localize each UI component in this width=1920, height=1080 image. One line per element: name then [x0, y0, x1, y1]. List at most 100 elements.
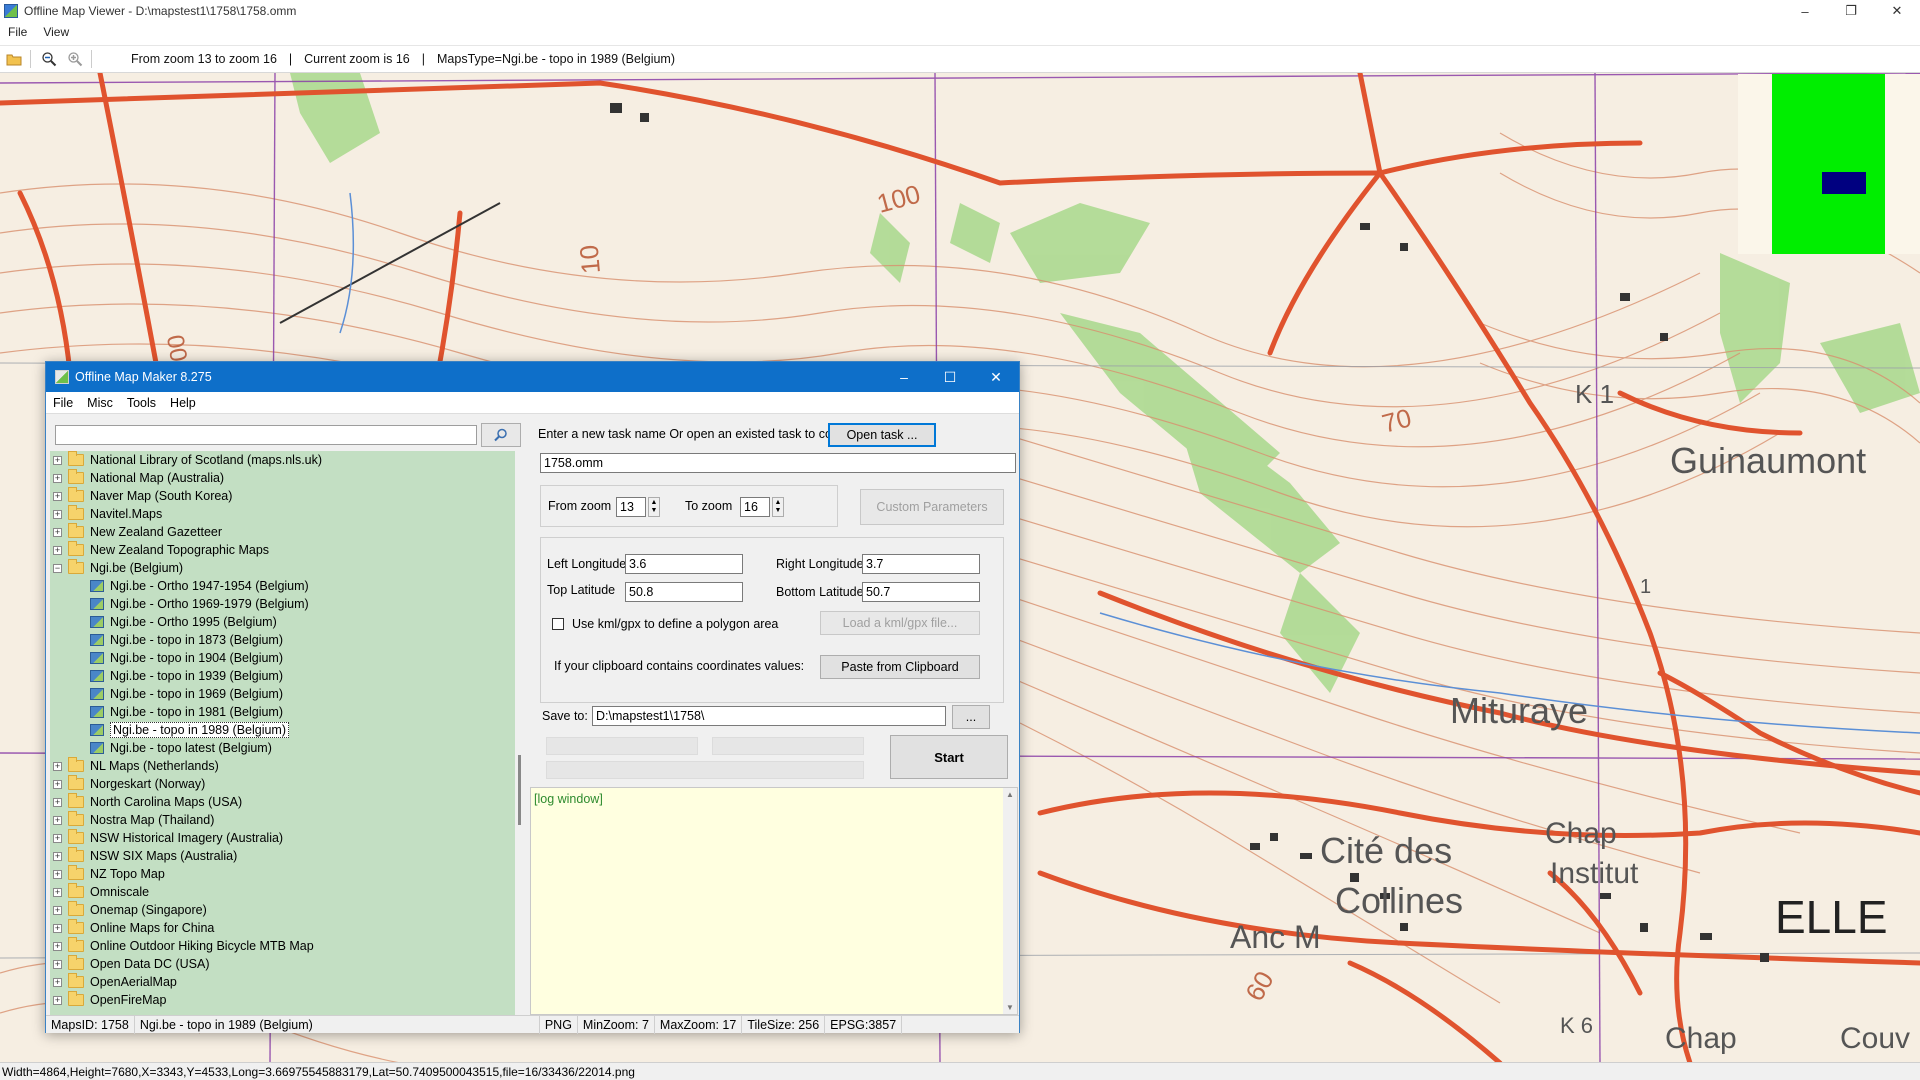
tree-folder-item[interactable]: + Navitel.Maps: [50, 505, 515, 523]
kml-polygon-checkbox[interactable]: [552, 618, 564, 630]
menu-tools[interactable]: Tools: [120, 396, 163, 410]
scroll-up-icon[interactable]: ▲: [1006, 790, 1014, 799]
tree-scrollbar[interactable]: [518, 755, 521, 825]
open-task-button[interactable]: Open task ...: [828, 423, 936, 447]
menu-misc[interactable]: Misc: [80, 396, 120, 410]
expander-icon[interactable]: +: [53, 509, 62, 519]
from-zoom-field[interactable]: 13: [616, 497, 646, 517]
tree-folder-item[interactable]: − Ngi.be (Belgium): [50, 559, 515, 577]
dialog-maximize-button[interactable]: ☐: [927, 362, 973, 392]
expander-icon[interactable]: +: [53, 833, 62, 843]
expander-icon[interactable]: +: [53, 959, 62, 969]
expander-icon[interactable]: +: [53, 941, 62, 951]
tree-folder-item[interactable]: + Naver Map (South Korea): [50, 487, 515, 505]
save-path-field[interactable]: D:\mapstest1\1758\: [592, 706, 946, 726]
tree-map-item[interactable]: Ngi.be - topo latest (Belgium): [50, 739, 515, 757]
tree-map-item[interactable]: Ngi.be - topo in 1981 (Belgium): [50, 703, 515, 721]
paste-clipboard-button[interactable]: Paste from Clipboard: [820, 655, 980, 679]
tree-map-item[interactable]: Ngi.be - Ortho 1995 (Belgium): [50, 613, 515, 631]
dialog-close-button[interactable]: ✕: [973, 362, 1019, 392]
tree-folder-item[interactable]: + Online Maps for China: [50, 919, 515, 937]
expander-icon[interactable]: +: [53, 455, 62, 465]
search-input[interactable]: [55, 425, 477, 445]
expander-icon[interactable]: +: [53, 923, 62, 933]
tree-map-item[interactable]: Ngi.be - topo in 1989 (Belgium): [50, 721, 515, 739]
expander-icon[interactable]: −: [53, 563, 62, 573]
left-longitude-field[interactable]: 3.6: [625, 554, 743, 574]
stepper-down-icon[interactable]: ▼: [651, 507, 658, 515]
task-name-field[interactable]: 1758.omm: [540, 453, 1016, 473]
browse-button[interactable]: ...: [952, 705, 990, 729]
maximize-button[interactable]: ❐: [1828, 0, 1874, 22]
stepper-down-icon[interactable]: ▼: [775, 507, 782, 515]
tree-folder-item[interactable]: + National Map (Australia): [50, 469, 515, 487]
tree-folder-item[interactable]: + Onemap (Singapore): [50, 901, 515, 919]
expander-icon[interactable]: +: [53, 761, 62, 771]
tree-folder-item[interactable]: + Omniscale: [50, 883, 515, 901]
tree-folder-item[interactable]: + NZ Topo Map: [50, 865, 515, 883]
tree-folder-item[interactable]: + Nostra Map (Thailand): [50, 811, 515, 829]
search-button[interactable]: [481, 423, 521, 447]
expander-icon[interactable]: +: [53, 887, 62, 897]
log-window[interactable]: [log window] ▲ ▼: [530, 787, 1018, 1015]
tree-folder-item[interactable]: + Open Data DC (USA): [50, 955, 515, 973]
expander-icon[interactable]: +: [53, 545, 62, 555]
to-zoom-field[interactable]: 16: [740, 497, 770, 517]
to-zoom-stepper[interactable]: ▲ ▼: [772, 497, 784, 517]
open-folder-icon[interactable]: [2, 48, 26, 70]
log-scrollbar[interactable]: ▲ ▼: [1003, 788, 1017, 1014]
menu-file[interactable]: File: [0, 25, 35, 39]
expander-icon[interactable]: +: [53, 977, 62, 987]
expander-icon[interactable]: +: [53, 491, 62, 501]
tree-folder-item[interactable]: + NSW Historical Imagery (Australia): [50, 829, 515, 847]
expander-icon[interactable]: +: [53, 851, 62, 861]
tree-map-item[interactable]: Ngi.be - Ortho 1969-1979 (Belgium): [50, 595, 515, 613]
expander-icon[interactable]: +: [53, 995, 62, 1005]
menu-view[interactable]: View: [35, 25, 77, 39]
tree-map-item[interactable]: Ngi.be - Ortho 1947-1954 (Belgium): [50, 577, 515, 595]
expander-icon[interactable]: +: [53, 815, 62, 825]
tree-folder-item[interactable]: + NL Maps (Netherlands): [50, 757, 515, 775]
stepper-up-icon[interactable]: ▲: [651, 499, 658, 507]
scroll-down-icon[interactable]: ▼: [1006, 1003, 1014, 1012]
stepper-up-icon[interactable]: ▲: [775, 499, 782, 507]
expander-icon[interactable]: +: [53, 869, 62, 879]
zoom-in-icon[interactable]: [63, 48, 87, 70]
tree-folder-item[interactable]: + Norgeskart (Norway): [50, 775, 515, 793]
bottom-latitude-field[interactable]: 50.7: [862, 582, 980, 602]
tree-folder-item[interactable]: + New Zealand Gazetteer: [50, 523, 515, 541]
dialog-minimize-button[interactable]: –: [881, 362, 927, 392]
expander-icon[interactable]: +: [53, 779, 62, 789]
maps-tree[interactable]: + National Library of Scotland (maps.nls.…: [50, 451, 515, 1015]
minimap-viewport[interactable]: [1822, 172, 1866, 194]
expander-icon[interactable]: +: [53, 797, 62, 807]
tree-folder-item[interactable]: + Online Outdoor Hiking Bicycle MTB Map: [50, 937, 515, 955]
from-zoom-stepper[interactable]: ▲ ▼: [648, 497, 660, 517]
minimize-button[interactable]: –: [1782, 0, 1828, 22]
top-latitude-field[interactable]: 50.8: [625, 582, 743, 602]
tree-map-item[interactable]: Ngi.be - topo in 1939 (Belgium): [50, 667, 515, 685]
start-button[interactable]: Start: [890, 735, 1008, 779]
tree-folder-item[interactable]: + National Library of Scotland (maps.nls.…: [50, 451, 515, 469]
expander-icon[interactable]: +: [53, 473, 62, 483]
tree-folder-item[interactable]: + New Zealand Topographic Maps: [50, 541, 515, 559]
custom-parameters-button[interactable]: Custom Parameters: [860, 489, 1004, 525]
tree-folder-item[interactable]: + OpenFireMap: [50, 991, 515, 1009]
tree-folder-item[interactable]: + North Carolina Maps (USA): [50, 793, 515, 811]
tree-map-item[interactable]: Ngi.be - topo in 1969 (Belgium): [50, 685, 515, 703]
expander-icon[interactable]: +: [53, 905, 62, 915]
tree-item-label: Online Outdoor Hiking Bicycle MTB Map: [90, 939, 314, 953]
tree-folder-item[interactable]: + NSW SIX Maps (Australia): [50, 847, 515, 865]
dialog-title-bar[interactable]: Offline Map Maker 8.275 – ☐ ✕: [46, 362, 1019, 392]
tree-map-item[interactable]: Ngi.be - topo in 1904 (Belgium): [50, 649, 515, 667]
menu-help[interactable]: Help: [163, 396, 203, 410]
expander-icon[interactable]: +: [53, 527, 62, 537]
right-longitude-field[interactable]: 3.7: [862, 554, 980, 574]
tree-map-item[interactable]: Ngi.be - topo in 1873 (Belgium): [50, 631, 515, 649]
zoom-out-icon[interactable]: [37, 48, 61, 70]
menu-file[interactable]: File: [46, 396, 80, 410]
load-kml-button[interactable]: Load a kml/gpx file...: [820, 611, 980, 635]
close-button[interactable]: ✕: [1874, 0, 1920, 22]
minimap[interactable]: [1738, 74, 1920, 254]
tree-folder-item[interactable]: + OpenAerialMap: [50, 973, 515, 991]
